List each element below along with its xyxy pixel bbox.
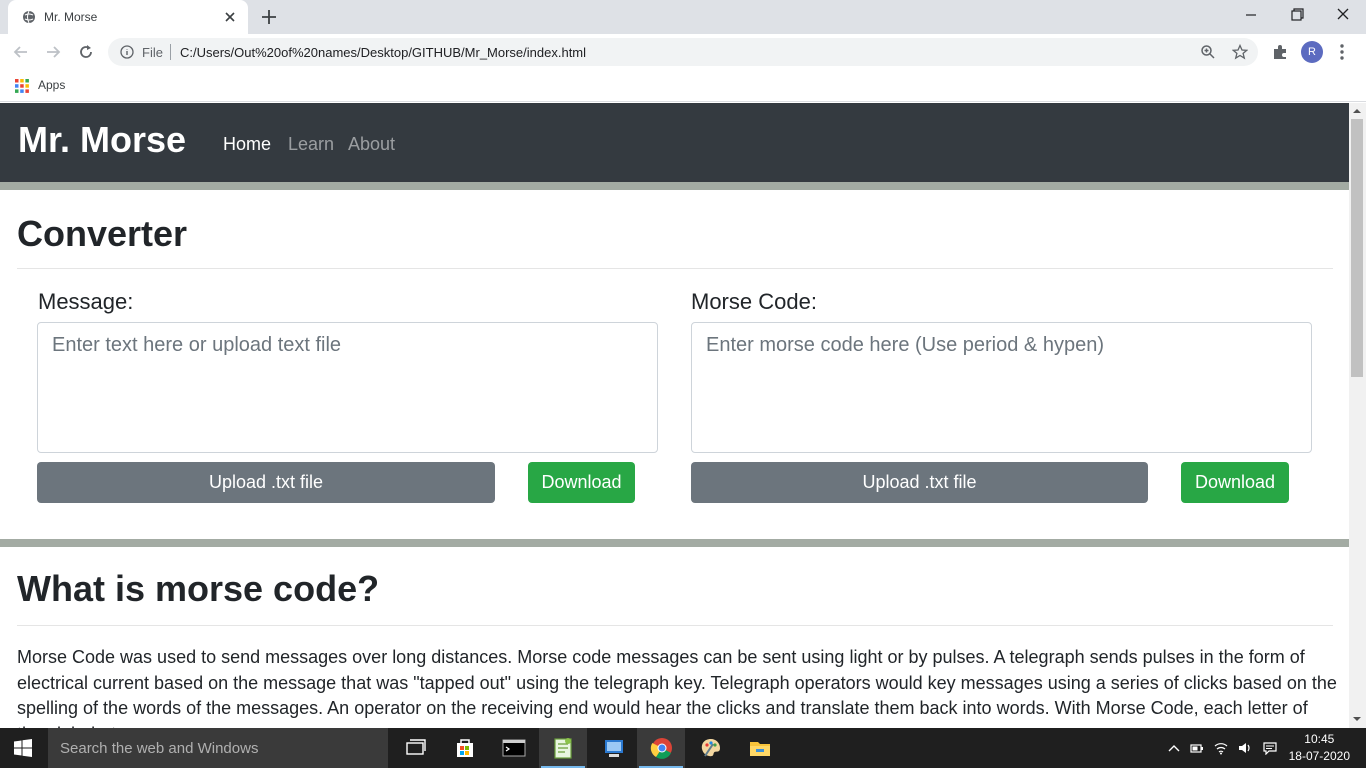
show-hidden-icons-icon[interactable]	[1167, 741, 1181, 755]
about-paragraph: Morse Code was used to send messages ove…	[17, 647, 1337, 728]
url-scheme-label: File	[142, 45, 163, 60]
notepad-plus-icon[interactable]	[551, 736, 575, 760]
minimize-icon[interactable]	[1240, 6, 1262, 24]
nav-link-learn[interactable]: Learn	[288, 134, 334, 155]
about-heading: What is morse code?	[17, 568, 380, 609]
nav-link-about[interactable]: About	[348, 134, 395, 155]
scroll-up-icon[interactable]	[1353, 107, 1361, 115]
notifications-icon[interactable]	[1263, 741, 1277, 755]
windows-start-icon[interactable]	[14, 739, 32, 757]
volume-icon[interactable]	[1238, 741, 1252, 755]
battery-icon[interactable]	[1190, 741, 1204, 755]
converter-heading: Converter	[17, 213, 188, 254]
message-label: Message:	[38, 289, 134, 314]
morse-upload-button[interactable]: Upload .txt file	[691, 462, 1148, 503]
paint-icon[interactable]	[699, 736, 723, 760]
browser-tab[interactable]: Mr. Morse	[8, 0, 248, 34]
nav-link-home[interactable]: Home	[223, 134, 271, 155]
taskbar: Search the web and Windows 10:45 18-07-2…	[0, 728, 1366, 768]
file-explorer-icon[interactable]	[748, 736, 772, 760]
message-download-button[interactable]: Download	[528, 462, 635, 503]
taskbar-search-box[interactable]: Search the web and Windows	[48, 728, 388, 768]
zoom-icon[interactable]	[1200, 44, 1216, 60]
heading-rule	[17, 268, 1333, 269]
apps-grid-icon[interactable]	[14, 78, 30, 94]
menu-kebab-icon[interactable]	[1338, 42, 1346, 62]
morse-download-button[interactable]: Download	[1181, 462, 1289, 503]
tab-title: Mr. Morse	[44, 10, 98, 24]
reload-icon[interactable]	[77, 43, 95, 61]
address-bar[interactable]: File C:/Users/Out%20of%20names/Desktop/G…	[108, 38, 1258, 66]
store-icon[interactable]	[453, 736, 477, 760]
message-textarea[interactable]	[37, 322, 658, 453]
tab-strip: Mr. Morse	[0, 0, 1366, 34]
bookmarks-bar: Apps	[0, 70, 1366, 102]
taskbar-search-placeholder: Search the web and Windows	[60, 740, 259, 757]
info-icon[interactable]	[120, 45, 134, 59]
file-transfer-icon[interactable]	[602, 736, 626, 760]
scroll-down-icon[interactable]	[1353, 715, 1361, 723]
site-navbar: Mr. Morse Home Learn About	[0, 103, 1349, 182]
apps-bookmark-label[interactable]: Apps	[38, 78, 65, 92]
site-brand[interactable]: Mr. Morse	[18, 119, 186, 161]
profile-avatar[interactable]: R	[1301, 41, 1323, 63]
section-divider	[0, 539, 1349, 547]
forward-icon[interactable]	[44, 43, 62, 61]
bookmark-star-icon[interactable]	[1232, 44, 1248, 60]
extensions-puzzle-icon[interactable]	[1271, 43, 1289, 61]
clock-time: 10:45	[1304, 732, 1335, 746]
back-icon[interactable]	[12, 43, 30, 61]
omnibox-separator	[170, 44, 171, 60]
browser-toolbar: File C:/Users/Out%20of%20names/Desktop/G…	[0, 34, 1366, 70]
new-tab-icon[interactable]	[260, 8, 278, 26]
taskbar-clock[interactable]: 10:45 18-07-2020	[1289, 731, 1350, 765]
chrome-icon[interactable]	[650, 736, 674, 760]
close-tab-icon[interactable]	[222, 9, 238, 25]
morse-code-textarea[interactable]	[691, 322, 1312, 453]
restore-icon[interactable]	[1286, 6, 1308, 24]
page-viewport: Mr. Morse Home Learn About Converter Mes…	[0, 103, 1349, 728]
command-prompt-icon[interactable]	[502, 736, 526, 760]
page-scrollbar[interactable]	[1349, 103, 1366, 728]
close-window-icon[interactable]	[1332, 6, 1354, 24]
globe-icon	[23, 10, 35, 24]
heading-rule	[17, 625, 1333, 626]
url-text[interactable]: C:/Users/Out%20of%20names/Desktop/GITHUB…	[180, 45, 586, 60]
clock-date: 18-07-2020	[1288, 749, 1350, 763]
task-view-icon[interactable]	[404, 736, 428, 760]
section-divider	[0, 182, 1349, 190]
morse-code-label: Morse Code:	[691, 289, 817, 314]
scroll-thumb[interactable]	[1351, 119, 1363, 377]
message-upload-button[interactable]: Upload .txt file	[37, 462, 495, 503]
wifi-icon[interactable]	[1214, 741, 1228, 755]
